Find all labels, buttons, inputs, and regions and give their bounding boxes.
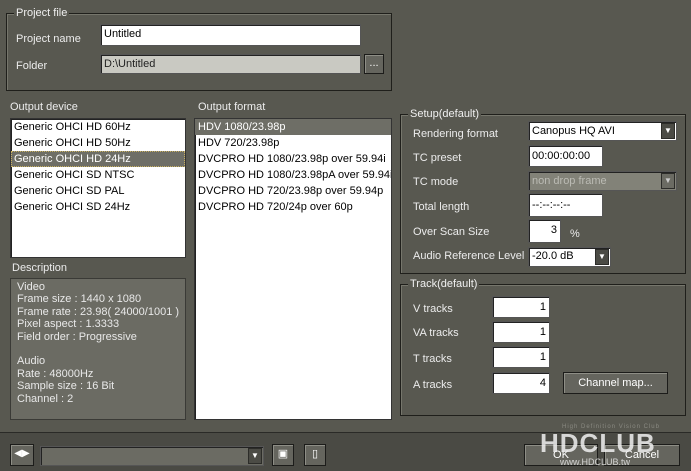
output-device-item[interactable]: Generic OHCI SD PAL: [11, 183, 185, 199]
output-format-label: Output format: [198, 101, 266, 113]
rendering-format-select[interactable]: Canopus HQ AVI ▼: [528, 121, 677, 141]
rendering-format-label: Rendering format: [413, 128, 498, 140]
tc-mode-label: TC mode: [413, 176, 459, 188]
output-format-item[interactable]: HDV 720/23.98p: [195, 135, 391, 151]
floppy-disk-icon: ▣: [277, 448, 289, 460]
tc-preset-input[interactable]: 00:00:00:00: [528, 145, 603, 167]
delete-preset-button[interactable]: ▯: [304, 444, 326, 466]
description-line: [17, 343, 179, 355]
audio-ref-value: -20.0 dB: [532, 250, 574, 262]
output-device-item[interactable]: Generic OHCI SD 24Hz: [11, 199, 185, 215]
watermark-url: www.HDCLUB.tw: [560, 457, 631, 467]
track-legend: Track(default): [408, 277, 480, 291]
t-tracks-input[interactable]: 1: [492, 346, 550, 368]
description-line: Pixel aspect : 1.3333: [17, 318, 120, 331]
va-tracks-label: VA tracks: [413, 327, 459, 339]
output-format-item[interactable]: DVCPRO HD 720/23.98p over 59.94p: [195, 183, 391, 199]
a-tracks-input[interactable]: 4: [492, 372, 550, 394]
folder-input[interactable]: D:\Untitled: [100, 54, 361, 74]
over-scan-input[interactable]: 3: [528, 219, 561, 243]
chevron-down-icon[interactable]: ▼: [248, 448, 262, 464]
output-format-item[interactable]: DVCPRO HD 1080/23.98pA over 59.94i: [195, 167, 391, 183]
output-format-item-selected[interactable]: HDV 1080/23.98p: [195, 119, 391, 135]
description-line: Video: [17, 281, 45, 293]
rendering-format-value: Canopus HQ AVI: [532, 125, 615, 137]
description-box: Video Frame size : 1440 x 1080 Frame rat…: [10, 278, 186, 420]
save-preset-button[interactable]: ▣: [272, 444, 294, 466]
left-right-arrows-icon: ◀▶: [14, 448, 30, 459]
va-tracks-input[interactable]: 1: [492, 321, 550, 343]
chevron-down-icon[interactable]: ▼: [595, 249, 609, 265]
project-name-input[interactable]: Untitled: [100, 24, 361, 46]
description-line: Sample size : 16 Bit: [17, 380, 115, 393]
channel-map-button[interactable]: Channel map...: [563, 372, 668, 394]
description-line: Field order : Progressive: [17, 330, 137, 343]
v-tracks-input[interactable]: 1: [492, 296, 550, 318]
chevron-down-icon[interactable]: ▼: [661, 173, 675, 189]
output-format-item[interactable]: DVCPRO HD 1080/23.98p over 59.94i: [195, 151, 391, 167]
output-device-item[interactable]: Generic OHCI HD 60Hz: [11, 119, 185, 135]
over-scan-label: Over Scan Size: [413, 226, 490, 238]
browse-folder-button[interactable]: ...: [364, 54, 384, 74]
tc-preset-label: TC preset: [413, 152, 462, 164]
document-icon: ▯: [311, 448, 319, 460]
audio-ref-select[interactable]: -20.0 dB ▼: [528, 247, 611, 267]
a-tracks-label: A tracks: [413, 379, 453, 391]
project-name-label: Project name: [16, 33, 81, 45]
preset-select[interactable]: ▼: [40, 446, 264, 466]
description-line: Channel : 2: [17, 392, 74, 405]
chevron-down-icon[interactable]: ▼: [661, 123, 675, 139]
output-device-list[interactable]: Generic OHCI HD 60Hz Generic OHCI HD 50H…: [10, 118, 186, 258]
project-file-legend: Project file: [14, 6, 70, 20]
total-length-label: Total length: [413, 201, 470, 213]
over-scan-unit: %: [570, 228, 580, 240]
audio-ref-label: Audio Reference Level: [413, 250, 525, 262]
output-format-item[interactable]: DVCPRO HD 720/24p over 60p: [195, 199, 391, 215]
transport-toggle-button[interactable]: ◀▶: [10, 444, 34, 466]
watermark-logo: HDCLUB: [540, 428, 656, 458]
output-device-item[interactable]: Generic OHCI SD NTSC: [11, 167, 185, 183]
description-label: Description: [12, 262, 68, 274]
output-format-list[interactable]: HDV 1080/23.98p HDV 720/23.98p DVCPRO HD…: [194, 118, 392, 420]
v-tracks-label: V tracks: [413, 303, 453, 315]
description-line: Audio: [17, 355, 46, 368]
setup-legend: Setup(default): [408, 107, 482, 121]
tc-mode-value: non drop frame: [532, 175, 607, 187]
output-device-item-selected[interactable]: Generic OHCI HD 24Hz: [11, 151, 185, 167]
output-device-label: Output device: [10, 101, 78, 113]
total-length-input[interactable]: --:--:--:--: [528, 193, 603, 217]
description-line: Frame size : 1440 x 1080: [17, 293, 142, 306]
folder-label: Folder: [16, 60, 48, 72]
output-device-item[interactable]: Generic OHCI HD 50Hz: [11, 135, 185, 151]
t-tracks-label: T tracks: [413, 353, 452, 365]
description-line: Rate : 48000Hz: [17, 367, 94, 380]
tc-mode-select[interactable]: non drop frame ▼: [528, 171, 677, 191]
description-line: Frame rate : 23.98( 24000/1001 ): [17, 305, 180, 318]
